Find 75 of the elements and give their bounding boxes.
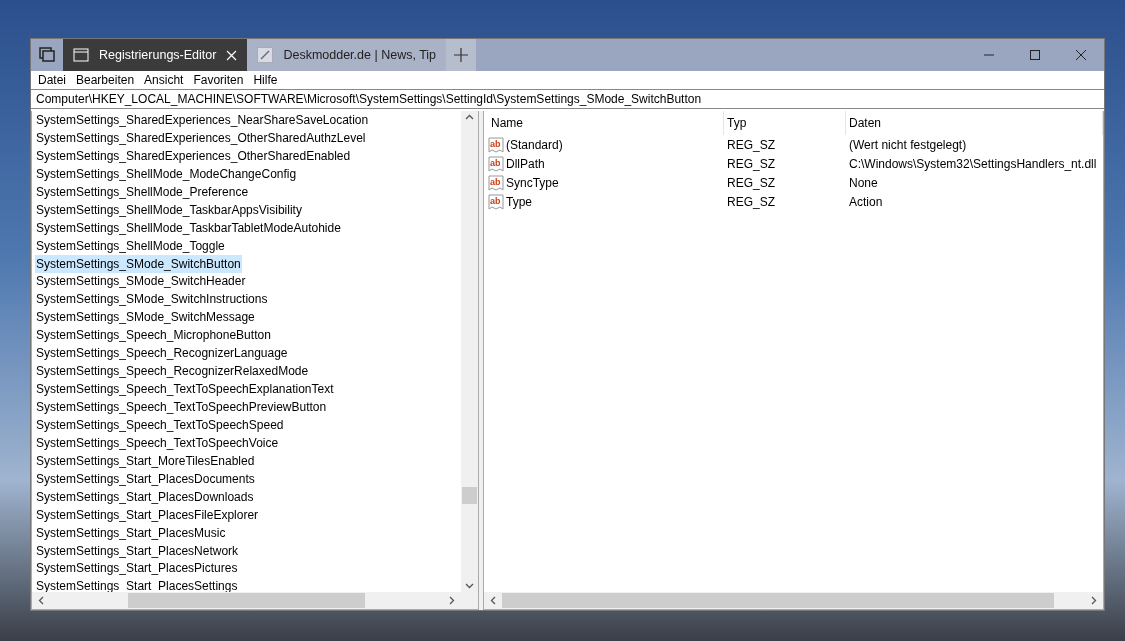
column-header[interactable]: Name <box>488 111 724 135</box>
horizontal-scrollbar[interactable] <box>484 592 1103 609</box>
registry-key[interactable]: SystemSettings_Start_MoreTilesEnabled <box>35 451 256 470</box>
scroll-up-icon[interactable] <box>465 114 474 120</box>
close-icon <box>1076 50 1086 60</box>
menu-item[interactable]: Datei <box>33 73 71 87</box>
string-value-icon: ab <box>488 193 504 210</box>
tab-title: Registrierungs-Editor <box>99 48 217 62</box>
menu-item[interactable]: Hilfe <box>248 73 283 87</box>
address-bar[interactable]: Computer\HKEY_LOCAL_MACHINE\SOFTWARE\Microsoft\SystemSettings\SettingId\SystemSettings_SMode_SwitchButton <box>31 89 1104 109</box>
menu-item[interactable]: Ansicht <box>139 73 189 87</box>
registry-key[interactable]: SystemSettings_Start_PlacesPictures <box>35 559 239 578</box>
plus-icon <box>454 48 469 62</box>
pen-icon <box>257 47 274 63</box>
value-name[interactable]: SyncType <box>506 175 559 190</box>
value-type: REG_SZ <box>726 136 776 154</box>
string-value-icon: ab <box>488 155 504 172</box>
window-tab[interactable]: Deskmodder.de | News, Tip <box>247 39 447 71</box>
registry-key[interactable]: SystemSettings_Start_PlacesDocuments <box>35 469 256 488</box>
registry-key[interactable]: SystemSettings_ShellMode_TaskbarAppsVisibility <box>35 200 303 219</box>
value-data: (Wert nicht festgelegt) <box>848 136 968 154</box>
registry-key[interactable]: SystemSettings_SMode_SwitchMessage <box>35 308 256 327</box>
window-icon <box>73 48 89 62</box>
column-header[interactable]: Daten <box>846 111 1103 135</box>
registry-key[interactable]: SystemSettings_SMode_SwitchHeader <box>35 272 247 291</box>
scroll-left-icon[interactable] <box>490 596 496 605</box>
value-name[interactable]: Type <box>506 194 532 209</box>
scroll-thumb[interactable] <box>462 487 477 504</box>
value-type: REG_SZ <box>726 193 776 211</box>
value-type: REG_SZ <box>726 174 776 192</box>
scroll-right-icon[interactable] <box>1091 596 1097 605</box>
registry-key[interactable]: SystemSettings_Start_PlacesDownloads <box>35 487 255 506</box>
registry-key[interactable]: SystemSettings_Start_PlacesFileExplorer <box>35 505 260 524</box>
registry-key[interactable]: SystemSettings_ShellMode_ModeChangeConfig <box>35 164 298 183</box>
scroll-right-icon[interactable] <box>449 596 455 605</box>
tab-title: Deskmodder.de | News, Tip <box>283 48 437 62</box>
column-header[interactable]: Typ <box>724 111 846 135</box>
registry-key[interactable]: SystemSettings_Speech_TextToSpeechVoice <box>35 433 280 452</box>
registry-key[interactable]: SystemSettings_Start_PlacesMusic <box>35 523 227 542</box>
registry-key[interactable]: SystemSettings_Speech_TextToSpeechExplanationText <box>35 380 335 399</box>
registry-key[interactable]: SystemSettings_Speech_RecognizerRelaxedMode <box>35 362 310 381</box>
maximize-icon <box>1030 50 1040 60</box>
registry-key[interactable]: SystemSettings_SharedExperiences_OtherSharedAuthzLevel <box>35 128 367 147</box>
value-data: Action <box>848 193 884 211</box>
registry-key[interactable]: SystemSettings_Speech_TextToSpeechSpeed <box>35 415 285 434</box>
registry-key[interactable]: SystemSettings_ShellMode_Toggle <box>35 236 226 255</box>
registry-key[interactable]: SystemSettings_SMode_SwitchInstructions <box>35 290 269 309</box>
registry-key[interactable]: SystemSettings_Speech_MicrophoneButton <box>35 326 272 345</box>
menu-item[interactable]: Favoriten <box>188 73 249 87</box>
registry-key[interactable]: SystemSettings_Start_PlacesNetwork <box>35 541 240 560</box>
menu-item[interactable]: Bearbeiten <box>71 73 140 87</box>
registry-key[interactable]: SystemSettings_ShellMode_TaskbarTabletModeAutohide <box>35 218 342 237</box>
registry-key[interactable]: SystemSettings_Start_PlacesSettings <box>35 577 239 592</box>
scroll-thumb[interactable] <box>502 593 1054 608</box>
value-name[interactable]: DllPath <box>506 156 545 171</box>
scroll-down-icon[interactable] <box>465 583 474 589</box>
value-data: None <box>848 174 879 192</box>
tabs-aside-icon[interactable] <box>39 47 55 63</box>
window-tab[interactable]: Registrierungs-Editor <box>63 39 248 71</box>
registry-key[interactable]: SystemSettings_SharedExperiences_OtherSharedEnabled <box>35 146 352 165</box>
string-value-icon: ab <box>488 136 504 153</box>
registry-key[interactable]: SystemSettings_SharedExperiences_NearShareSaveLocation <box>35 111 370 129</box>
new-tab-button[interactable] <box>446 39 477 71</box>
registry-key[interactable]: SystemSettings_Speech_RecognizerLanguage <box>35 344 289 363</box>
value-data: C:\Windows\System32\SettingsHandlers_nt.dll <box>848 155 1098 173</box>
vertical-scrollbar[interactable] <box>461 111 478 592</box>
registry-key[interactable]: SystemSettings_Speech_TextToSpeechPreviewButton <box>35 398 328 416</box>
scroll-left-icon[interactable] <box>38 596 44 605</box>
close-icon[interactable] <box>226 49 238 61</box>
scroll-thumb[interactable] <box>128 593 365 608</box>
value-type: REG_SZ <box>726 155 776 173</box>
value-name[interactable]: (Standard) <box>506 137 563 152</box>
registry-key[interactable]: SystemSettings_SMode_SwitchButton <box>35 254 242 273</box>
string-value-icon: ab <box>488 174 504 191</box>
registry-key[interactable]: SystemSettings_ShellMode_Preference <box>35 182 250 201</box>
